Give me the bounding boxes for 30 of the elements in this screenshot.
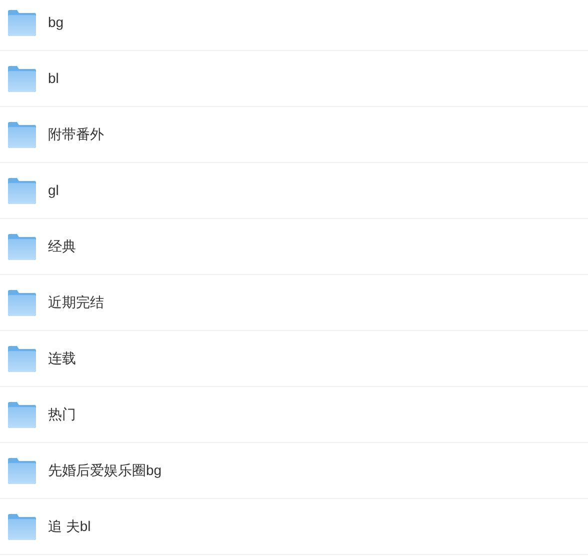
folder-name: 经典: [48, 237, 76, 256]
folder-icon: [8, 290, 36, 316]
folder-name: gl: [48, 181, 59, 200]
folder-row[interactable]: 连载: [0, 331, 588, 387]
folder-name: bg: [48, 13, 64, 32]
folder-icon: [8, 178, 36, 204]
folder-icon: [8, 458, 36, 484]
folder-row[interactable]: 附带番外: [0, 107, 588, 163]
folder-name: 附带番外: [48, 125, 104, 144]
folder-row[interactable]: 先婚后爱娱乐圈bg: [0, 443, 588, 499]
folder-icon: [8, 66, 36, 92]
folder-name: 追 夫bl: [48, 517, 91, 536]
folder-row[interactable]: 近期完结: [0, 275, 588, 331]
folder-name: bl: [48, 69, 59, 88]
folder-row[interactable]: bl: [0, 51, 588, 107]
folder-row[interactable]: 经典: [0, 219, 588, 275]
folder-name: 连载: [48, 349, 76, 368]
folder-icon: [8, 402, 36, 428]
folder-icon: [8, 346, 36, 372]
folder-icon: [8, 10, 36, 36]
folder-row[interactable]: 热门: [0, 387, 588, 443]
folder-row[interactable]: bg: [0, 0, 588, 51]
folder-icon: [8, 514, 36, 540]
folder-row[interactable]: gl: [0, 163, 588, 219]
folder-icon: [8, 122, 36, 148]
folder-name: 热门: [48, 405, 76, 424]
folder-name: 先婚后爱娱乐圈bg: [48, 461, 162, 480]
folder-name: 近期完结: [48, 293, 104, 312]
folder-row[interactable]: 追 夫bl: [0, 499, 588, 555]
folder-icon: [8, 234, 36, 260]
